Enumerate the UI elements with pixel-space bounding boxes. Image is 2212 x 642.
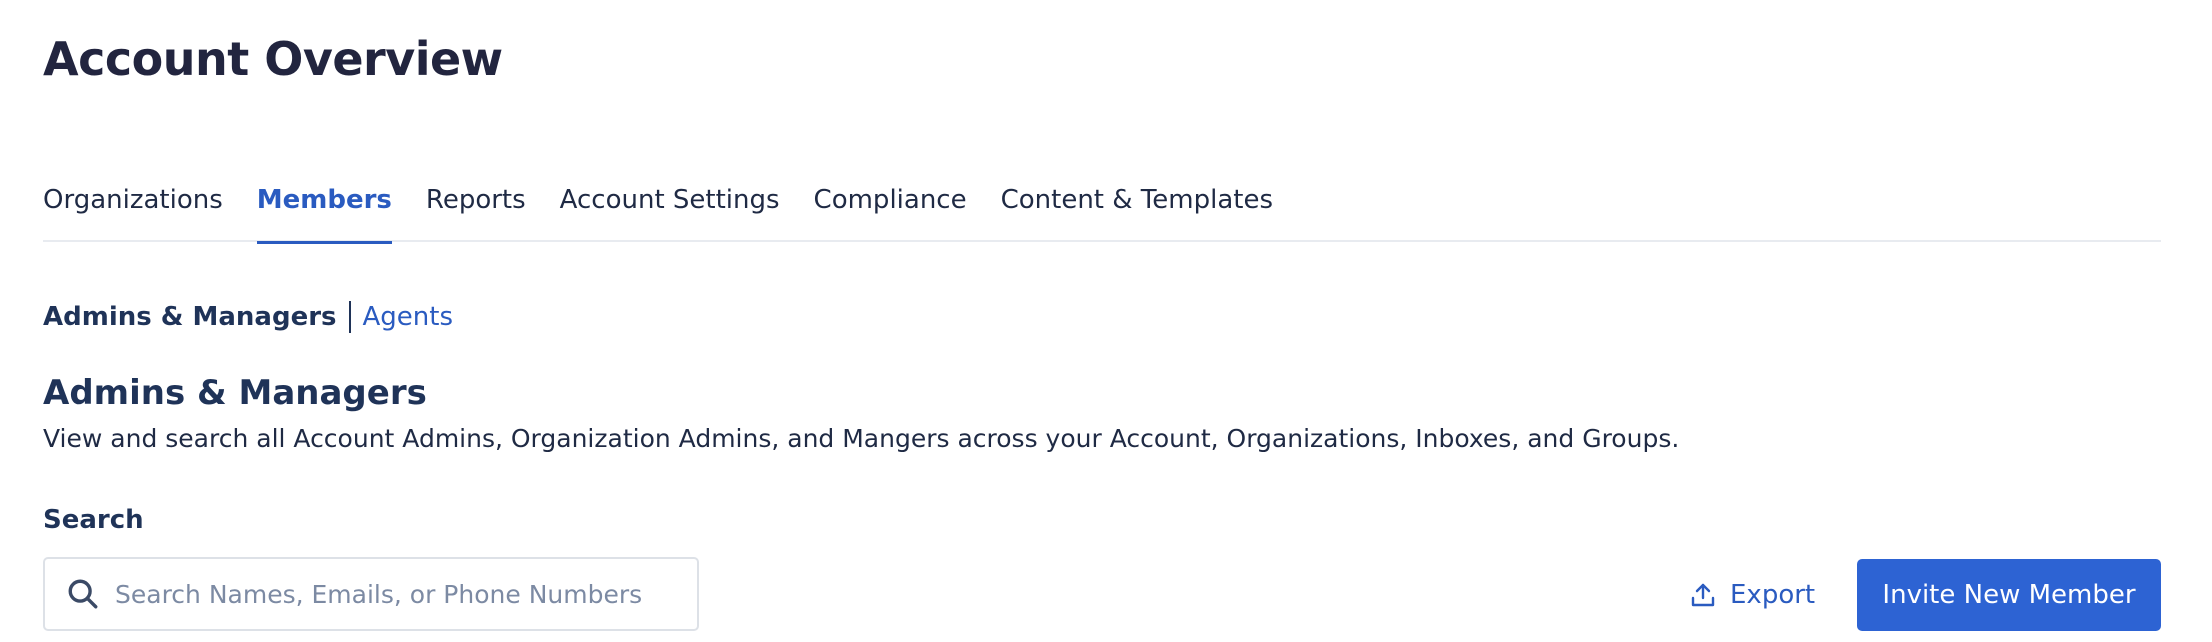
tab-account-settings[interactable]: Account Settings	[560, 178, 780, 242]
search-label: Search	[43, 505, 144, 535]
tab-organizations[interactable]: Organizations	[43, 178, 223, 242]
subnav-current-admins-managers: Admins & Managers	[43, 302, 337, 332]
search-box[interactable]	[43, 557, 699, 631]
search-input[interactable]	[115, 579, 675, 609]
tab-content-templates[interactable]: Content & Templates	[1001, 178, 1273, 242]
member-type-subnav: Admins & Managers Agents	[43, 301, 453, 333]
tab-reports[interactable]: Reports	[426, 178, 526, 242]
upload-icon	[1690, 581, 1716, 609]
members-page: Account Overview Organizations Members R…	[0, 0, 2212, 642]
main-tabs: Organizations Members Reports Account Se…	[43, 178, 2161, 244]
invite-new-member-button[interactable]: Invite New Member	[1857, 559, 2161, 631]
page-title: Account Overview	[43, 32, 503, 86]
subnav-divider	[348, 301, 351, 333]
section-title: Admins & Managers	[43, 373, 427, 413]
tab-members[interactable]: Members	[256, 178, 393, 244]
section-description: View and search all Account Admins, Orga…	[43, 424, 1680, 453]
tab-compliance[interactable]: Compliance	[814, 178, 967, 242]
search-icon	[65, 576, 101, 612]
export-label: Export	[1730, 580, 1816, 610]
subnav-link-agents[interactable]: Agents	[363, 302, 454, 332]
export-button[interactable]: Export	[1690, 563, 1815, 627]
